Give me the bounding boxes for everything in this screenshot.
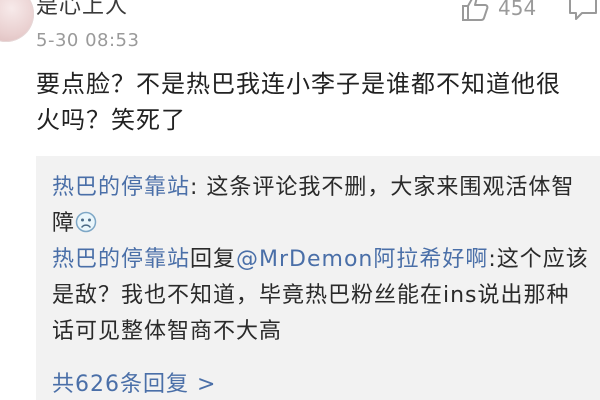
username[interactable]: 是心上人 xyxy=(36,0,128,20)
reply-author-link[interactable]: 热巴的停靠站 xyxy=(52,175,190,200)
mention-link[interactable]: @MrDemon阿拉希好啊 xyxy=(236,247,488,272)
reply-word: 回复 xyxy=(190,247,237,272)
replies-box[interactable]: 热巴的停靠站: 这条评论我不删，大家来围观活体智障 热巴的停靠站回复@MrDem… xyxy=(36,156,600,400)
like-count: 454 xyxy=(498,0,537,20)
reply-separator: : xyxy=(190,175,207,200)
thumbs-up-icon xyxy=(462,0,489,21)
comment-icon[interactable] xyxy=(566,0,600,22)
avatar[interactable] xyxy=(0,0,34,42)
reply-item: 热巴的停靠站回复@MrDemon阿拉希好啊:这个应该是敌？我也不知道，毕竟热巴粉… xyxy=(52,242,592,350)
reply-item: 热巴的停靠站: 这条评论我不删，大家来围观活体智障 xyxy=(52,170,592,242)
timestamp: 5-30 08:53 xyxy=(36,30,140,51)
frowning-face-emoji-icon xyxy=(75,211,97,233)
reply-separator: : xyxy=(488,247,497,272)
comment-text: 要点脸？不是热巴我连小李子是谁都不知道他很火吗？笑死了 xyxy=(36,70,561,134)
reply-author-link[interactable]: 热巴的停靠站 xyxy=(52,247,190,272)
view-all-replies-link[interactable]: 共626条回复 > xyxy=(52,366,216,398)
like-button[interactable]: 454 xyxy=(460,0,536,22)
